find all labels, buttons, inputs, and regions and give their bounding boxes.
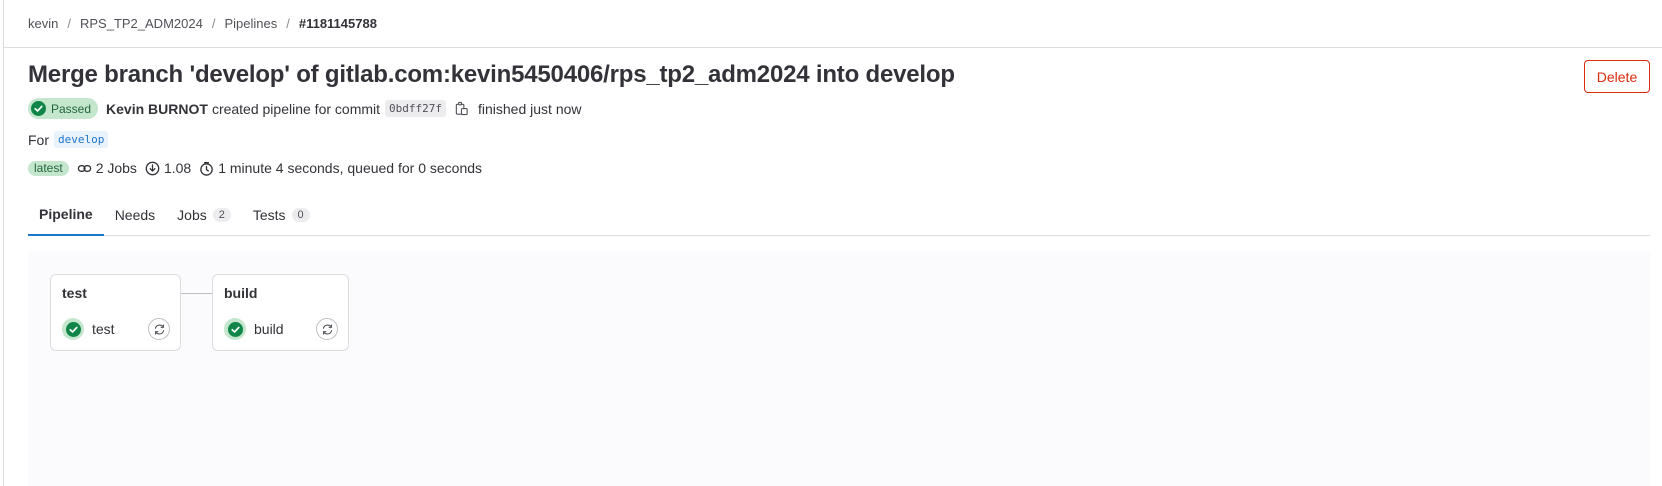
breadcrumb-pipeline-id[interactable]: #1181145788 [299,16,377,31]
delete-button[interactable]: Delete [1584,60,1650,93]
jobs-count-text: 2 Jobs [95,160,137,176]
status-badge[interactable]: Passed [28,98,99,119]
tab-label: Jobs [177,207,207,223]
status-success-icon [227,321,243,337]
score-text: 1.08 [163,160,192,176]
tab-jobs[interactable]: Jobs 2 [166,194,242,236]
retry-button[interactable] [316,318,338,340]
breadcrumb: kevin / RPS_TP2_ADM2024 / Pipelines / #1… [28,16,377,31]
duration-stat: 1 minute 4 seconds, queued for 0 seconds [199,160,482,176]
tab-count-badge: 2 [212,208,231,222]
tab-count-badge: 0 [291,208,310,222]
breadcrumb-user[interactable]: kevin [28,16,58,31]
job-name: test [92,321,115,337]
job-status [62,318,84,340]
breadcrumb-project[interactable]: RPS_TP2_ADM2024 [80,16,203,31]
pipeline-graph: test test build build [28,251,1650,486]
pipeline-stats: latest 2 Jobs 1.08 1 minute 4 seconds, q… [28,160,490,176]
copy-icon[interactable] [454,101,469,116]
stage-title: build [224,285,258,301]
duration-text: 1 minute 4 seconds, queued for 0 seconds [218,160,483,176]
for-label: For [28,131,49,148]
score-stat: 1.08 [145,160,191,176]
tab-pipeline[interactable]: Pipeline [28,194,104,236]
tab-label: Needs [114,207,156,223]
stage-test: test test [50,274,181,351]
latest-badge: latest [28,160,69,176]
pipeline-tabs: Pipeline Needs Jobs 2 Tests 0 [28,194,1650,236]
left-rail [0,0,4,486]
download-circle-icon [145,161,160,175]
status-success-icon [65,321,81,337]
link-icon [77,164,91,172]
tab-label: Tests [252,207,286,223]
page-title: Merge branch 'develop' of gitlab.com:kev… [28,61,955,88]
stage-build: build build [212,274,349,351]
branch-ref[interactable]: develop [54,131,109,148]
stage-connector [181,293,212,294]
breadcrumb-pipelines[interactable]: Pipelines [224,16,277,31]
breadcrumb-separator: / [211,16,216,31]
job-status [224,318,246,340]
tab-tests[interactable]: Tests 0 [242,194,321,236]
ref-row: For develop [28,131,109,148]
job-build[interactable]: build [224,317,338,341]
retry-icon [322,323,332,335]
author-name[interactable]: Kevin BURNOT [106,101,208,117]
stage-title: test [62,285,87,301]
retry-button[interactable] [148,318,170,340]
top-bar: kevin / RPS_TP2_ADM2024 / Pipelines / #1… [4,0,1662,48]
finished-text: finished just now [478,100,582,117]
status-success-icon [31,101,46,116]
created-text: created pipeline for commit [211,100,381,117]
job-name: build [254,321,284,337]
commit-sha[interactable]: 0bdff27f [385,100,446,117]
pipeline-meta: Passed Kevin BURNOT created pipeline for… [28,98,582,119]
retry-icon [154,323,164,335]
status-badge-label: Passed [51,101,92,116]
breadcrumb-separator: / [286,16,290,31]
tab-label: Pipeline [39,206,93,222]
breadcrumb-separator: / [67,16,71,31]
job-test[interactable]: test [62,317,170,341]
tab-needs[interactable]: Needs [104,194,166,236]
jobs-stat: 2 Jobs [77,160,137,176]
clock-icon [200,161,213,176]
